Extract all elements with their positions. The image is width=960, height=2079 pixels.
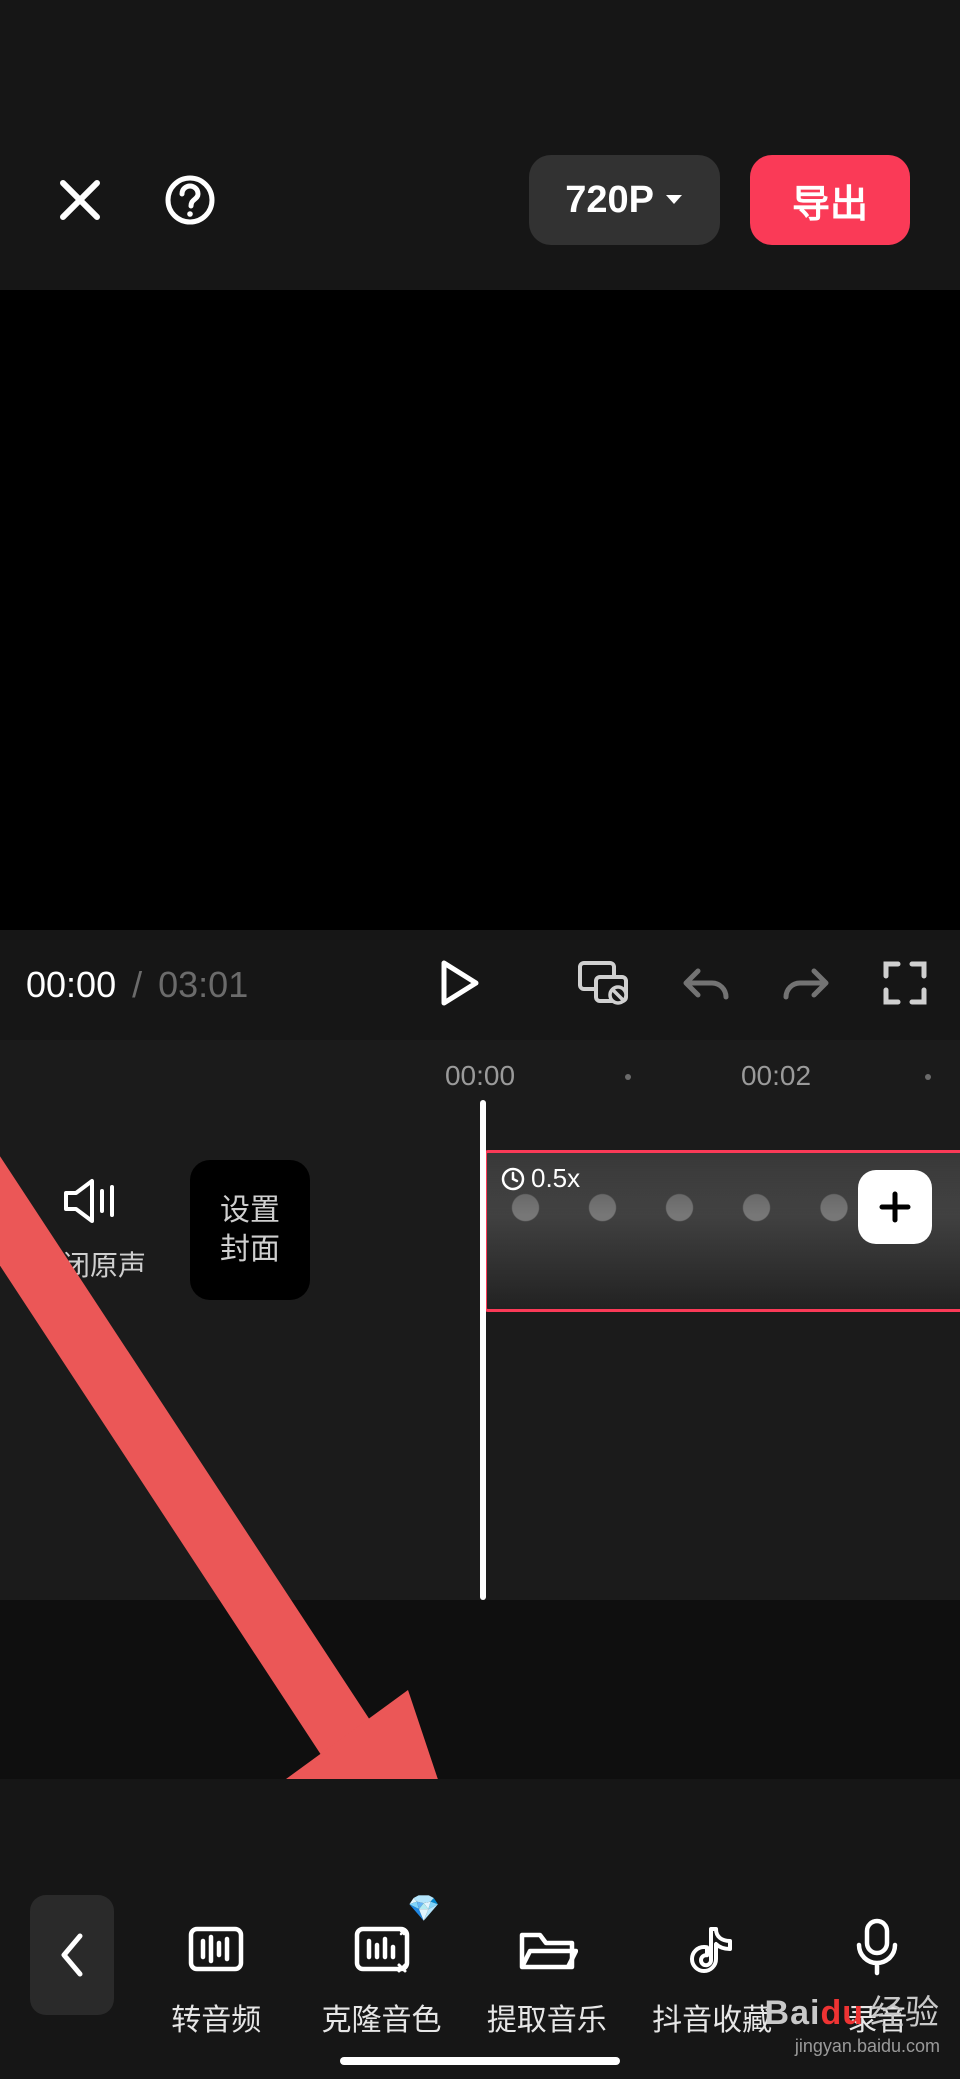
fullscreen-icon (882, 960, 928, 1006)
clone-voice-icon (351, 1921, 413, 1977)
fullscreen-button[interactable] (882, 960, 928, 1011)
close-icon (57, 177, 103, 223)
ruler-tick: 00:00 (445, 1060, 515, 1092)
chevron-left-icon (58, 1932, 86, 1978)
douyin-icon (684, 1921, 740, 1977)
resolution-label: 720P (565, 179, 654, 222)
video-preview[interactable] (0, 290, 960, 930)
folder-icon (516, 1921, 578, 1977)
redo-icon (782, 961, 830, 1005)
add-clip-button[interactable] (858, 1170, 932, 1244)
current-time: 00:00 (26, 964, 116, 1005)
clock-icon (501, 1167, 525, 1191)
resolution-selector[interactable]: 720P (529, 155, 720, 245)
ruler-dot (625, 1074, 631, 1080)
play-icon (434, 959, 482, 1007)
undo-button[interactable] (682, 961, 730, 1010)
close-button[interactable] (50, 170, 110, 230)
back-button[interactable] (30, 1895, 114, 2015)
pip-off-button[interactable] (578, 961, 630, 1010)
timecode: 00:00 / 03:01 (26, 964, 248, 1006)
set-cover-button[interactable]: 设置封面 (190, 1160, 310, 1300)
pip-off-icon (578, 961, 630, 1005)
help-icon (164, 174, 216, 226)
export-button[interactable]: 导出 (750, 155, 910, 245)
play-button[interactable] (434, 959, 482, 1012)
mute-label: 关闭原声 (0, 1244, 180, 1284)
mic-icon (853, 1917, 901, 1977)
ruler-tick: 00:02 (741, 1060, 811, 1092)
watermark: Baidu经验 jingyan.baidu.com (765, 1985, 940, 2057)
tool-label: 抖音收藏 (652, 1995, 772, 2039)
home-indicator (340, 2057, 620, 2065)
redo-button[interactable] (782, 961, 830, 1010)
tool-clone-voice[interactable]: 💎 克隆音色 (299, 1921, 464, 2039)
speaker-icon (62, 1177, 118, 1225)
mute-original-button[interactable]: 关闭原声 (0, 1177, 180, 1284)
help-button[interactable] (160, 170, 220, 230)
transport-bar: 00:00 / 03:01 (0, 930, 960, 1040)
tool-extract-music[interactable]: 提取音乐 (464, 1921, 629, 2039)
tool-label: 克隆音色 (322, 1995, 442, 2039)
clip-speed-badge: 0.5x (501, 1163, 580, 1194)
time-separator: / (132, 964, 142, 1005)
gem-icon: 💎 (408, 1893, 440, 1924)
tool-convert-audio[interactable]: 转音频 (134, 1921, 299, 2039)
export-label: 导出 (792, 173, 868, 228)
timeline[interactable]: 00:00 00:02 关闭原声 设置封面 0.5x (0, 1040, 960, 1600)
ruler-dot (925, 1074, 931, 1080)
header: 720P 导出 (0, 0, 960, 290)
chevron-down-icon (664, 193, 684, 207)
undo-icon (682, 961, 730, 1005)
tool-label: 转音频 (171, 1995, 261, 2039)
convert-audio-icon (185, 1921, 247, 1977)
tool-label: 提取音乐 (487, 1995, 607, 2039)
playhead[interactable] (480, 1100, 486, 1600)
duration: 03:01 (158, 964, 248, 1005)
plus-icon (876, 1188, 914, 1226)
